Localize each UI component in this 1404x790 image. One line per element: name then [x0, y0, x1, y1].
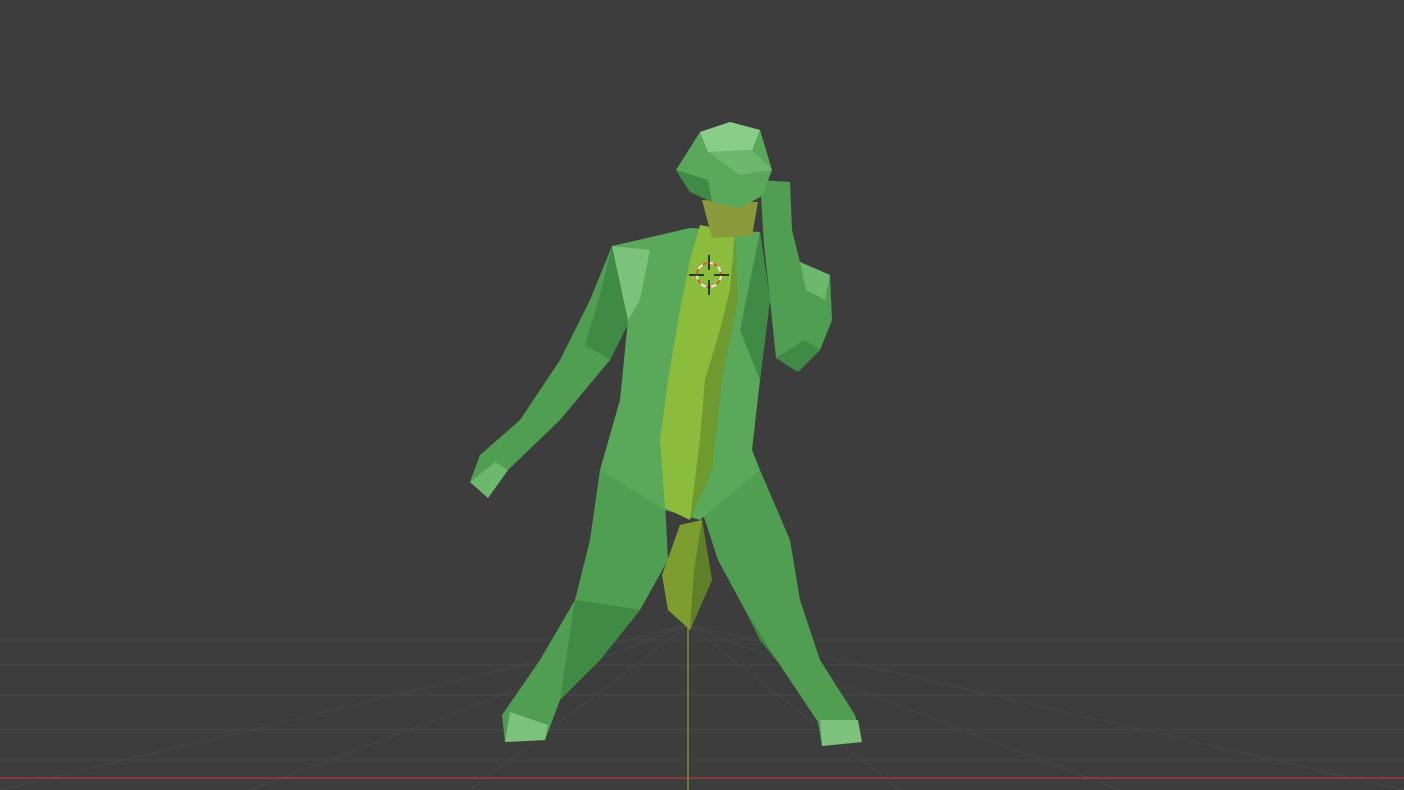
- right-leg[interactable]: [700, 470, 862, 746]
- 3d-viewport[interactable]: [0, 0, 1404, 790]
- character-mesh[interactable]: [470, 122, 862, 746]
- floor-grid: [0, 624, 1404, 790]
- viewport-scene: [0, 122, 1404, 790]
